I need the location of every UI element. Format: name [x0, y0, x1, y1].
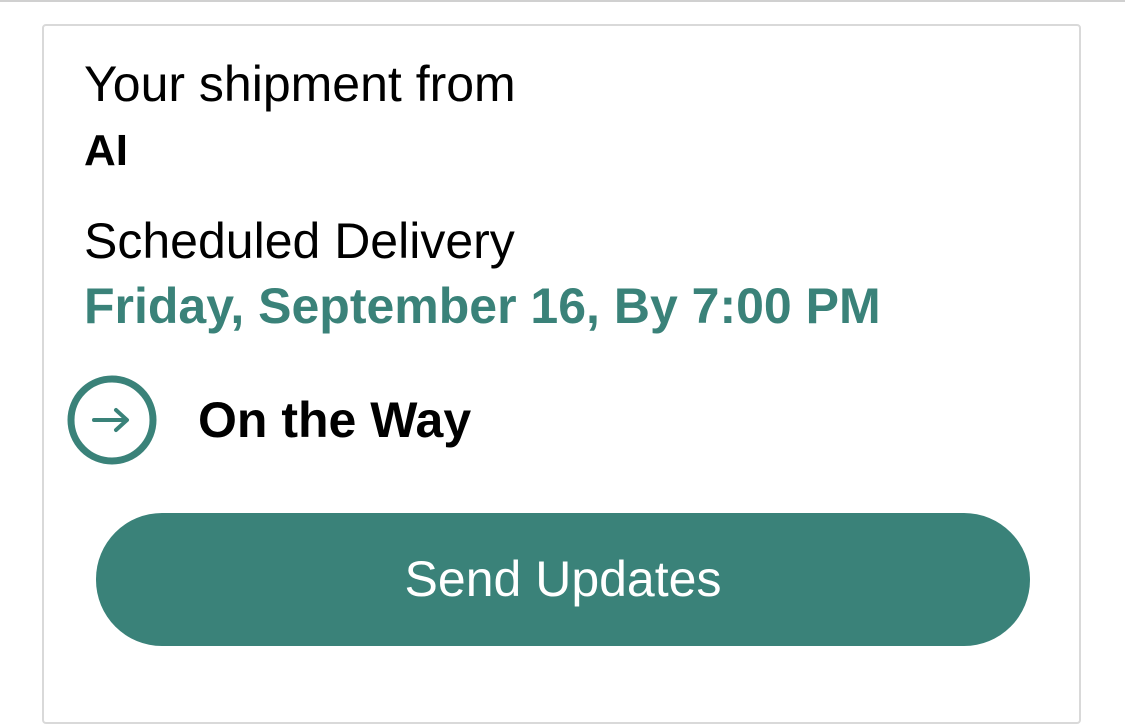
shipment-status: On the Way	[66, 374, 766, 466]
shipper-name: AI	[84, 126, 128, 175]
send-updates-button[interactable]: Send Updates	[96, 513, 1030, 646]
shipment-card: Your shipment from AI Scheduled Delivery…	[42, 24, 1081, 724]
arrow-right-circle-icon	[66, 374, 158, 466]
status-label: On the Way	[198, 392, 472, 448]
delivery-date: Friday, September 16, By 7:00 PM	[84, 278, 881, 334]
shipment-from-label: Your shipment from	[84, 56, 516, 112]
top-divider	[0, 0, 1125, 2]
scheduled-delivery-label: Scheduled Delivery	[84, 213, 515, 269]
